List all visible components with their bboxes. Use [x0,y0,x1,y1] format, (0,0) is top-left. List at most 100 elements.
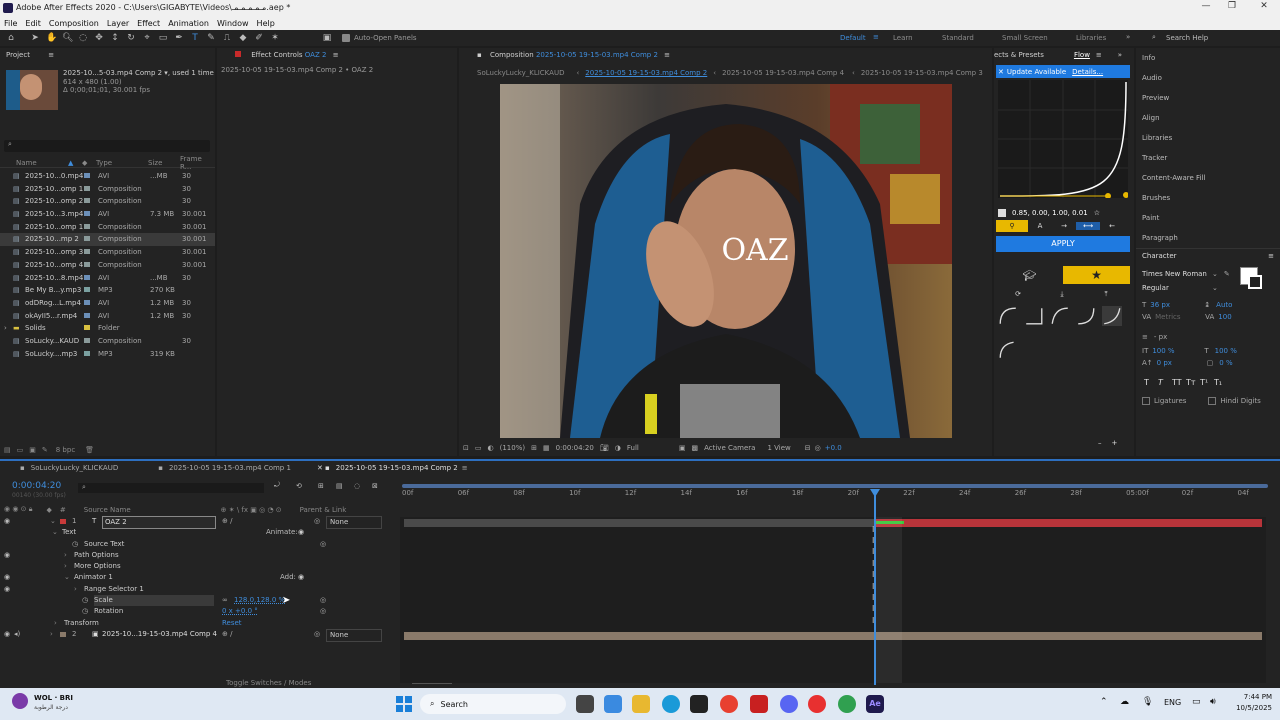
panel-audio[interactable]: Audio [1136,68,1280,88]
label-color-chip[interactable] [84,185,90,191]
arrow-left-icon[interactable]: ← [1100,222,1124,230]
menu-layer[interactable]: Layer [107,19,129,28]
timeline-current-time[interactable]: 0:00:04:20 [12,481,61,491]
pan-behind-tool-icon[interactable]: ⌖ [142,33,152,43]
checkbox-icon[interactable] [998,209,1006,217]
preset-curve-thumbnail[interactable] [1050,306,1070,326]
project-settings-icon[interactable]: ✎ [42,446,48,454]
star-icon[interactable]: ★ [1063,266,1130,284]
layer-2-bar[interactable] [404,632,1262,640]
leading-value[interactable]: Auto [1216,301,1232,309]
label-color-chip[interactable] [84,274,90,280]
subtab-comp-2[interactable]: 2025-10-05 19-15-03.mp4 Comp 2 [585,69,707,77]
timeline-search-input[interactable]: ⌕ [78,483,264,493]
close-button[interactable]: ✕ [1254,1,1274,15]
workspace-default[interactable]: Default [840,34,866,42]
visibility-eye-icon[interactable]: ◉ [4,572,10,583]
visibility-eye-icon[interactable]: ◉ [4,584,10,595]
layer-switches-icon[interactable]: ⊕ / [222,629,232,640]
label-color-chip[interactable] [84,211,90,217]
small-caps-icon[interactable]: Tт [1186,378,1200,387]
audio-speaker-icon[interactable]: ◂) [14,629,20,640]
workspace-more-icon[interactable]: » [1126,33,1130,41]
magnification-dropdown[interactable]: (110%) [500,444,525,452]
project-search-input[interactable]: ⌕ [4,140,210,152]
selection-tool-icon[interactable]: ➤ [30,33,40,43]
label-color-chip[interactable] [84,198,90,204]
new-folder-icon[interactable]: ▭ [17,446,24,454]
panel-menu-icon[interactable]: ≡ [462,464,468,472]
expand-arrow-icon[interactable]: › [74,584,77,595]
pan-tool-icon[interactable]: ✥ [94,33,104,43]
app-icon[interactable] [808,695,826,713]
monitor-icon[interactable]: ▭ [475,444,482,452]
export-icon[interactable]: ⤒ [1084,290,1128,299]
resolution-dropdown[interactable]: Full [627,444,639,452]
screen-recorder-icon[interactable] [750,695,768,713]
source-name-header[interactable]: Source Name [84,506,131,514]
label-color-chip[interactable] [84,337,90,343]
reset-link[interactable]: Reset [222,618,242,629]
bit-depth[interactable]: 8 bpc [56,446,75,454]
network-icon[interactable]: ▭ [1192,697,1201,707]
layer-1-trimmed[interactable] [404,519,874,527]
expression-pickwhip-icon[interactable]: ◎ [320,539,326,550]
flow-tab[interactable]: Flow [1074,48,1090,62]
expand-arrow-icon[interactable]: ⌄ [64,572,70,583]
project-item[interactable]: ▤ SoLucky...KAUD Composition 30 [0,335,215,348]
time-ruler[interactable]: 00f 06f 08f 10f 12f 14f 16f 18f 20f 22f 24f 26f 28f 0… [400,489,1266,503]
close-tab-icon[interactable]: ▪ [477,51,482,59]
terminal-icon[interactable] [690,695,708,713]
menu-effect[interactable]: Effect [137,19,160,28]
overlay-text[interactable]: OAZ [721,233,788,268]
minimize-button[interactable]: — [1196,1,1216,15]
composition-tab[interactable]: ▪ Composition 2025-10-05 19-15-03.mp4 Co… [459,48,992,62]
superscript-icon[interactable]: T¹ [1200,378,1214,387]
stopwatch-icon[interactable]: ◷ [82,606,88,617]
add-button[interactable]: Add: [280,572,296,583]
auto-open-panels[interactable]: Auto-Open Panels [342,34,417,42]
constrain-link-icon[interactable]: ∞ [222,595,228,606]
chrome-alt-icon[interactable] [838,695,856,713]
snapping-icon[interactable]: ▣ [322,33,332,43]
details-link[interactable]: Details... [1072,68,1103,76]
project-item[interactable]: › ▬ Solids Folder [0,322,215,335]
timeline-tab-comp-2[interactable]: 2025-10-05 19-15-03.mp4 Comp 2 [336,464,458,472]
current-time[interactable]: 0:00:04:20 [556,444,594,452]
search-help-input[interactable]: Search Help [1166,34,1208,42]
project-item[interactable]: ▤ 2025-10...omp 3 Composition 30.001 [0,246,215,259]
import-icon[interactable]: ⤓ [1040,290,1084,299]
show-channel-icon[interactable]: ◑ [615,444,621,452]
tsume-value[interactable]: 0 % [1219,359,1232,367]
timeline-layer[interactable]: ◉ ⌄ 1 T OAZ 2 ⊕ / ◎ None [0,516,400,530]
subtab-comp-4[interactable]: 2025-10-05 19-15-03.mp4 Comp 4 [722,69,844,77]
arrows-both-icon[interactable]: ⟷ [1076,222,1100,230]
timeline-property[interactable]: › More Options [0,561,400,572]
timeline-property[interactable]: ◉ › Range Selector 1 [0,584,400,595]
stroke-width-value[interactable]: - px [1154,333,1167,341]
menu-composition[interactable]: Composition [49,19,99,28]
expand-arrow-icon[interactable]: ⌄ [50,516,56,527]
panel-preview[interactable]: Preview [1136,88,1280,108]
work-area-range[interactable] [402,484,1268,488]
plus-icon[interactable]: + [1112,439,1118,447]
exposure-value[interactable]: +0.0 [825,444,842,452]
tab-close-icon[interactable]: ▪ [20,464,25,472]
visibility-eye-icon[interactable]: ◉ [4,550,10,561]
eraser-tool-icon[interactable]: ◆ [238,33,248,43]
label-color-chip[interactable] [84,299,90,305]
all-caps-icon[interactable]: TT [1172,378,1186,387]
property-value[interactable]: 0 x +0.0 ° [222,606,258,617]
bezier-values[interactable]: 0.85, 0.00, 1.00, 0.01 [1012,209,1088,217]
project-item[interactable]: ▤ SoLucky....mp3 MP3 319 KB [0,348,215,361]
label-color-chip[interactable] [84,223,90,229]
col-type[interactable]: Type [96,159,112,167]
home-icon[interactable]: ⌂ [6,33,16,43]
snapshot-icon[interactable]: 📷︎ [600,444,609,452]
subscript-icon[interactable]: T₁ [1214,378,1228,387]
microphone-icon[interactable]: 🎙︎ [1142,697,1153,707]
panel-paragraph[interactable]: Paragraph [1136,228,1280,248]
timeline-layer[interactable]: ◉ ◂) › 2 ▣ 2025-10...19-15-03.mp4 Comp 4 ⊕ / ◎ N… [0,628,400,643]
new-comp-icon[interactable]: ▣ [29,446,36,454]
timeline-property[interactable]: ◷ Scale ∞ 128.0,128.0 % ◎ [0,595,400,607]
